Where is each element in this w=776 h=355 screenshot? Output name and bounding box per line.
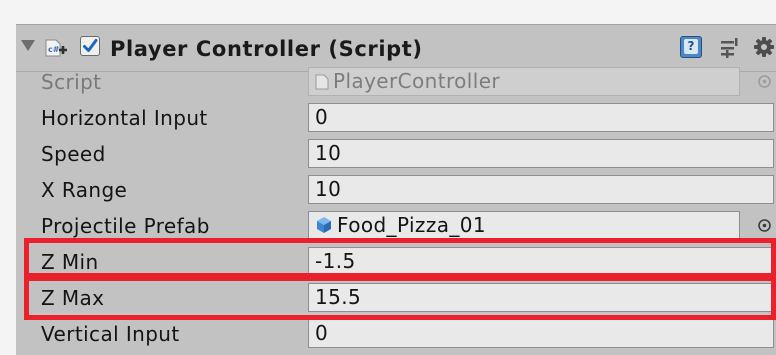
script-field-value: PlayerController [333, 69, 501, 93]
checkmark-icon [83, 39, 98, 52]
script-label: Script [41, 70, 102, 94]
vertical-input-field[interactable]: 0 [308, 319, 774, 348]
csharp-script-icon: c# [45, 39, 67, 57]
presets-sliders-icon[interactable] [718, 36, 742, 60]
script-row: Script PlayerController [16, 64, 776, 100]
component-title: Player Controller (Script) [110, 37, 423, 61]
gear-icon[interactable] [752, 35, 776, 59]
speed-field[interactable]: 10 [308, 139, 774, 168]
horizontal-input-field[interactable]: 0 [308, 103, 774, 132]
horizontal-input-label: Horizontal Input [41, 106, 208, 130]
prefab-cube-icon [317, 217, 331, 233]
horizontal-input-row: Horizontal Input 0 [16, 100, 776, 136]
x-range-row: X Range 10 [16, 172, 776, 208]
projectile-prefab-field[interactable]: Food_Pizza_01 [308, 211, 740, 240]
inspector-panel: c# Player Controller (Script) ? Script P… [16, 24, 776, 355]
speed-row: Speed 10 [16, 136, 776, 172]
projectile-prefab-value: Food_Pizza_01 [337, 213, 487, 237]
object-picker-icon[interactable] [757, 218, 772, 233]
object-picker-icon [758, 75, 771, 88]
vertical-input-row: Vertical Input 0 [16, 316, 776, 352]
svg-text:c#: c# [48, 45, 60, 54]
foldout-arrow-icon[interactable] [21, 40, 35, 51]
x-range-field[interactable]: 10 [308, 175, 774, 204]
help-book-icon[interactable]: ? [680, 36, 702, 58]
vertical-input-label: Vertical Input [41, 322, 180, 346]
z-max-highlight-box [24, 276, 776, 320]
z-min-highlight-box [24, 238, 776, 278]
x-range-label: X Range [41, 178, 128, 202]
speed-label: Speed [41, 142, 106, 166]
script-file-icon [315, 74, 329, 90]
script-field: PlayerController [308, 67, 740, 96]
enabled-checkbox[interactable] [80, 36, 100, 56]
